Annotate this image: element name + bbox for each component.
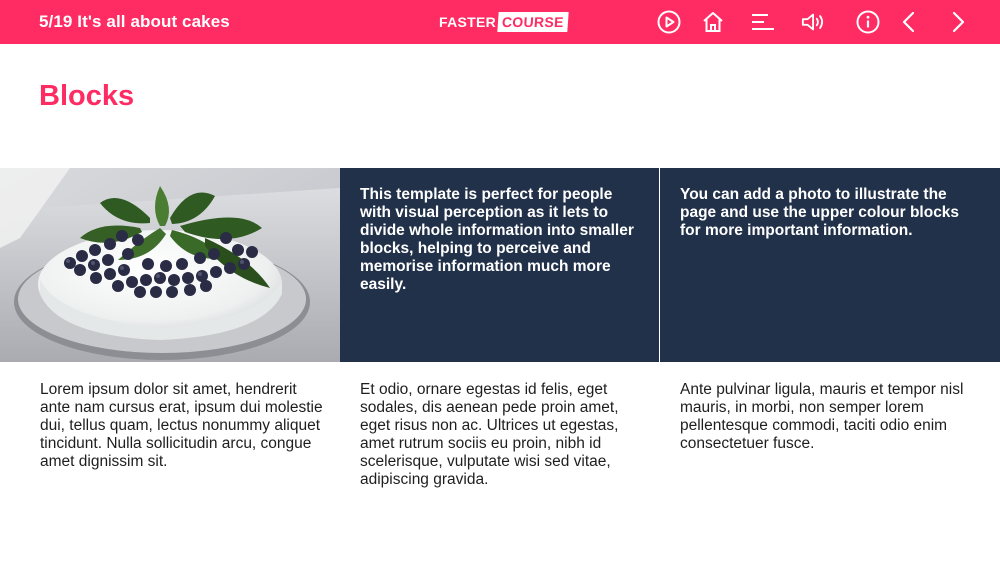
text-column-2: Et odio, ornare egestas id felis, eget s…: [360, 381, 619, 488]
chevron-right-icon[interactable]: [945, 9, 971, 35]
home-icon[interactable]: [700, 9, 726, 35]
cake-photo: [0, 168, 340, 362]
info-block-2: You can add a photo to illustrate the pa…: [660, 168, 1000, 362]
info-block-2-text: You can add a photo to illustrate the pa…: [680, 186, 960, 239]
logo-text-course: COURSE: [497, 11, 569, 32]
page-title: Blocks: [39, 80, 135, 112]
chevron-left-icon[interactable]: [896, 9, 922, 35]
breadcrumb: 5/19 It's all about cakes: [39, 12, 230, 31]
text-column-3: Ante pulvinar ligula, mauris et tempor n…: [680, 381, 964, 452]
text-column-1: Lorem ipsum dolor sit amet, hendrerit an…: [40, 381, 323, 470]
logo-text-faster: FASTER: [439, 13, 497, 30]
top-bar: 5/19 It's all about cakes FASTER COURSE: [0, 0, 1000, 44]
logo: FASTER COURSE: [439, 11, 569, 32]
play-icon[interactable]: [656, 9, 682, 35]
info-icon[interactable]: [855, 9, 881, 35]
menu-icon[interactable]: [750, 9, 776, 35]
info-block-1: This template is perfect for people with…: [340, 168, 659, 362]
info-block-1-text: This template is perfect for people with…: [360, 186, 634, 293]
volume-icon[interactable]: [801, 9, 827, 35]
